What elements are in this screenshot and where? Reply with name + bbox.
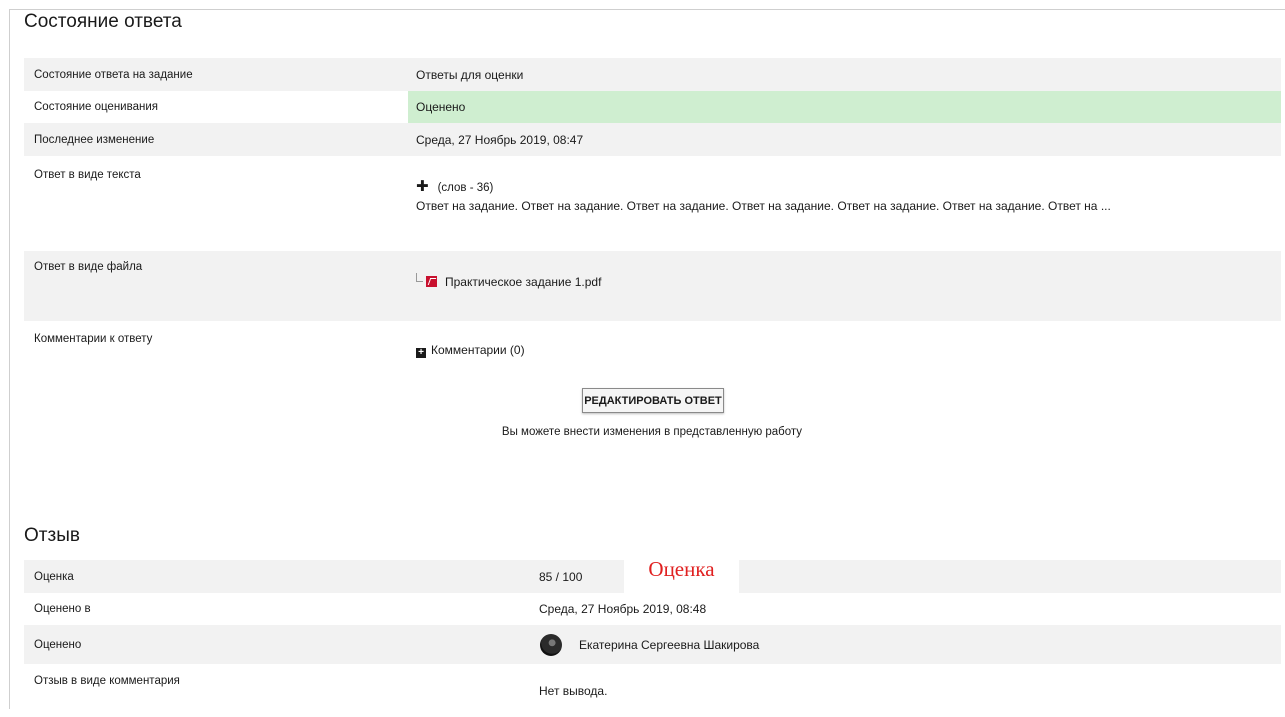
- table-row: Состояние оценивания Оценено: [24, 91, 1281, 123]
- online-text-preview: Ответ на задание. Ответ на задание. Отве…: [416, 199, 1111, 213]
- row-label: Оценено: [24, 625, 408, 664]
- table-row: Ответ в виде файла Практическое задание …: [24, 251, 1281, 321]
- submission-status-table: Состояние ответа на задание Ответы для о…: [24, 58, 1281, 381]
- row-label: Состояние ответа на задание: [24, 58, 408, 91]
- tree-connector: [416, 273, 423, 282]
- table-row: Отзыв в виде комментария Нет вывода.: [24, 664, 1281, 717]
- grader-name: Екатерина Сергеевна Шакирова: [579, 637, 760, 652]
- row-label: Комментарии к ответу: [34, 333, 153, 345]
- expand-comments-icon[interactable]: +: [416, 348, 426, 358]
- row-label: Ответ в виде текста: [34, 169, 141, 181]
- submission-status-value: Ответы для оценки: [408, 58, 1281, 91]
- feedback-heading: Отзыв: [24, 525, 80, 546]
- row-label: Ответ в виде файла: [24, 251, 408, 321]
- edit-note: Вы можете внести изменения в представлен…: [501, 426, 803, 438]
- last-modified-value: Среда, 27 Ноябрь 2019, 08:47: [408, 123, 1281, 156]
- row-label: Отзыв в виде комментария: [34, 675, 180, 687]
- feedback-comment-value: Нет вывода.: [539, 684, 608, 698]
- grading-status-value: Оценено: [408, 91, 1281, 123]
- submission-status-heading: Состояние ответа: [24, 11, 182, 32]
- table-row: Комментарии к ответу + Комментарии (0): [24, 321, 1281, 381]
- word-count: (слов - 36): [437, 182, 494, 194]
- grade-value: 85 / 100: [408, 560, 1281, 593]
- graded-on-value: Среда, 27 Ноябрь 2019, 08:48: [539, 602, 707, 616]
- table-row: Состояние ответа на задание Ответы для о…: [24, 58, 1281, 91]
- table-row: Ответ в виде текста ✚ (слов - 36) Ответ н…: [24, 156, 1281, 251]
- expand-plus-icon[interactable]: ✚: [416, 177, 429, 195]
- row-label: Оценка: [24, 560, 408, 593]
- grader-avatar[interactable]: [540, 633, 562, 656]
- pdf-file-icon: [426, 276, 437, 287]
- table-row: Оценено Екатерина Сергеевна Шакирова: [24, 625, 1281, 664]
- row-label: Оценено в: [34, 603, 91, 615]
- table-row: Последнее изменение Среда, 27 Ноябрь 201…: [24, 123, 1281, 156]
- row-label: Состояние оценивания: [34, 101, 158, 113]
- pdf-file-link[interactable]: Практическое задание 1.pdf: [445, 275, 601, 289]
- row-label: Последнее изменение: [24, 123, 408, 156]
- comments-link[interactable]: Комментарии (0): [431, 343, 525, 357]
- grade-annotation: Оценка: [624, 555, 739, 593]
- edit-submission-button[interactable]: РЕДАКТИРОВАТЬ ОТВЕТ: [582, 388, 724, 413]
- table-row: Оценено в Среда, 27 Ноябрь 2019, 08:48: [24, 593, 1281, 625]
